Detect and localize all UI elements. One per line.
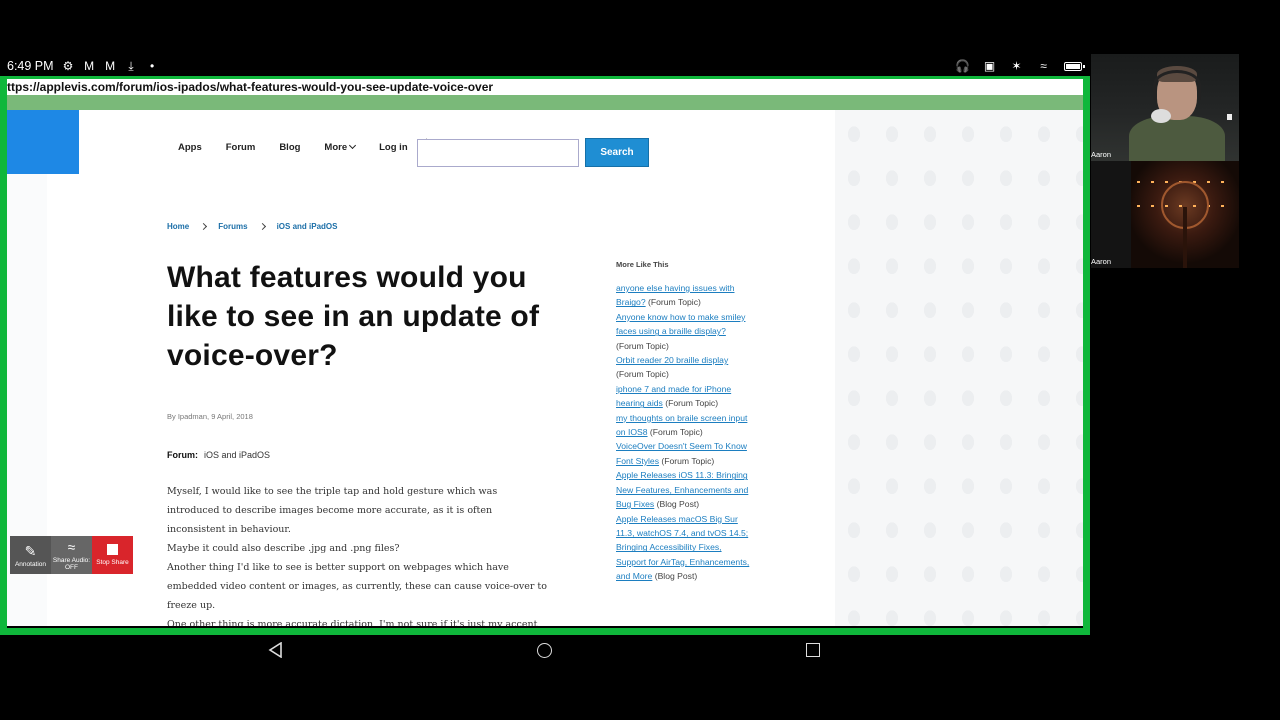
nav-more-label: More bbox=[324, 141, 348, 153]
page-title: What features would you like to see in a… bbox=[167, 261, 540, 372]
article-paragraph: Maybe it could also describe .jpg and .p… bbox=[167, 543, 400, 554]
share-audio-label: Share Audio: bbox=[52, 557, 91, 564]
wifi-icon: ≈ bbox=[67, 539, 76, 555]
related-type: (Forum Topic) bbox=[649, 427, 703, 438]
forum-category: Forum: iOS and iPadOS bbox=[167, 450, 270, 460]
forum-value[interactable]: iOS and iPadOS bbox=[204, 450, 270, 460]
back-icon[interactable] bbox=[268, 642, 284, 658]
status-time: 6:49 PM bbox=[7, 59, 54, 73]
list-item: Anyone know how to make smiley faces usi… bbox=[616, 310, 751, 353]
list-item: Orbit reader 20 braille display (Forum T… bbox=[616, 353, 751, 382]
sidebar-heading: More Like This bbox=[616, 260, 669, 269]
article-byline: By Ipadman, 9 April, 2018 bbox=[167, 412, 253, 421]
forum-label: Forum: bbox=[167, 450, 198, 460]
home-icon[interactable] bbox=[537, 643, 552, 658]
browser-window: ttps://applevis.com/forum/ios-ipados/wha… bbox=[7, 79, 1083, 626]
related-type: (Forum Topic) bbox=[616, 340, 669, 351]
list-item: VoiceOver Doesn't Seem To Know Font Styl… bbox=[616, 439, 751, 468]
participant-name: Aaron bbox=[1091, 257, 1112, 266]
related-type: (Forum Topic) bbox=[648, 297, 701, 308]
breadcrumb-forums[interactable]: Forums bbox=[218, 222, 247, 231]
chevron-right-icon bbox=[200, 222, 208, 231]
article-paragraph: One other thing is more accurate dictati… bbox=[167, 619, 538, 626]
related-type: (Forum Topic) bbox=[661, 455, 715, 466]
mic-stand bbox=[1183, 207, 1187, 268]
pencil-icon: ✎ bbox=[24, 542, 37, 559]
video-person bbox=[1129, 116, 1225, 161]
participant-video[interactable]: Aaron bbox=[1091, 161, 1239, 268]
stop-share-button[interactable]: Stop Share bbox=[92, 536, 133, 574]
stop-icon bbox=[107, 544, 118, 555]
related-type: (Blog Post) bbox=[654, 571, 698, 582]
nav-forum[interactable]: Forum bbox=[226, 142, 256, 153]
breadcrumb-ios-ipados[interactable]: iOS and iPadOS bbox=[277, 222, 338, 231]
chevron-down-icon bbox=[349, 141, 357, 150]
headphones-icon: 🎧 bbox=[955, 59, 970, 73]
site-banner-bar bbox=[7, 95, 1083, 110]
annotation-label: Annotation bbox=[14, 560, 47, 568]
recent-apps-icon[interactable] bbox=[806, 643, 820, 657]
related-type: (Forum Topic) bbox=[616, 369, 669, 380]
nav-blog[interactable]: Blog bbox=[279, 142, 300, 153]
list-item: iphone 7 and made for iPhone hearing aid… bbox=[616, 382, 751, 411]
status-right-icons: 🎧 ▣ ✶ ≈ bbox=[955, 54, 1085, 78]
breadcrumb-home[interactable]: Home bbox=[167, 222, 189, 231]
screen: 6:49 PM ⚙ M M ⤓ • 🎧 ▣ ✶ ≈ ttps://applevi… bbox=[0, 0, 1280, 720]
list-item: anyone else having issues with Braigo? (… bbox=[616, 281, 751, 310]
page-background-pattern bbox=[835, 110, 1083, 626]
breadcrumb: Home Forums iOS and iPadOS bbox=[167, 222, 337, 231]
list-item: Apple Releases macOS Big Sur 11.3, watch… bbox=[616, 512, 751, 584]
more-like-this: More Like This anyone else having issues… bbox=[616, 260, 751, 584]
share-audio-button[interactable]: ≈ Share Audio: OFF bbox=[51, 536, 92, 574]
gmail-icon: M bbox=[84, 59, 95, 73]
nav-more[interactable]: More bbox=[324, 141, 357, 153]
share-audio-state: OFF bbox=[65, 564, 78, 571]
gmail-icon: M bbox=[105, 59, 116, 73]
related-type: (Forum Topic) bbox=[665, 398, 719, 409]
article-paragraph: Myself, I would like to see the triple t… bbox=[167, 486, 498, 535]
annotation-button[interactable]: ✎ Annotation bbox=[10, 536, 51, 574]
url-bar[interactable]: ttps://applevis.com/forum/ios-ipados/wha… bbox=[7, 79, 1083, 95]
web-page: Apps Forum Blog More Log in Search Home … bbox=[7, 110, 1083, 626]
article-paragraph: Another thing I'd like to see is better … bbox=[167, 562, 547, 611]
nav-login[interactable]: Log in bbox=[379, 142, 408, 153]
participant-video[interactable]: Aaron bbox=[1091, 54, 1239, 161]
battery-icon bbox=[1064, 61, 1085, 71]
related-type: (Blog Post) bbox=[656, 499, 700, 510]
stop-share-label: Stop Share bbox=[96, 559, 129, 566]
related-link[interactable]: Orbit reader 20 braille display bbox=[616, 355, 728, 365]
search-input[interactable] bbox=[417, 139, 579, 167]
download-icon: ⤓ bbox=[128, 59, 134, 73]
cast-icon: ▣ bbox=[983, 59, 996, 73]
nav-apps[interactable]: Apps bbox=[178, 142, 202, 153]
chevron-right-icon bbox=[258, 222, 266, 231]
list-item: Apple Releases iOS 11.3: Bringing New Fe… bbox=[616, 468, 751, 511]
gear-icon: ⚙ bbox=[62, 59, 74, 73]
microphone-icon bbox=[1151, 109, 1171, 123]
list-item: my thoughts on braile screen input on IO… bbox=[616, 411, 751, 440]
zoom-share-toolbar: ✎ Annotation ≈ Share Audio: OFF Stop Sha… bbox=[10, 536, 133, 574]
site-logo[interactable] bbox=[7, 110, 79, 174]
site-nav: Apps Forum Blog More Log in bbox=[178, 138, 427, 156]
android-status-bar: 6:49 PM ⚙ M M ⤓ • 🎧 ▣ ✶ ≈ bbox=[0, 54, 1090, 78]
video-light bbox=[1227, 114, 1232, 120]
bluetooth-icon: ✶ bbox=[1011, 59, 1022, 73]
video-background-image bbox=[1131, 161, 1239, 268]
article-body: Myself, I would like to see the triple t… bbox=[167, 482, 547, 626]
android-nav-bar bbox=[0, 635, 1090, 665]
related-link[interactable]: Anyone know how to make smiley faces usi… bbox=[616, 312, 745, 336]
dot-icon: • bbox=[149, 59, 155, 73]
search-button[interactable]: Search bbox=[585, 138, 649, 167]
wifi-icon: ≈ bbox=[1040, 59, 1047, 73]
headset-icon bbox=[1153, 70, 1201, 100]
participant-name: Aaron bbox=[1091, 150, 1112, 159]
